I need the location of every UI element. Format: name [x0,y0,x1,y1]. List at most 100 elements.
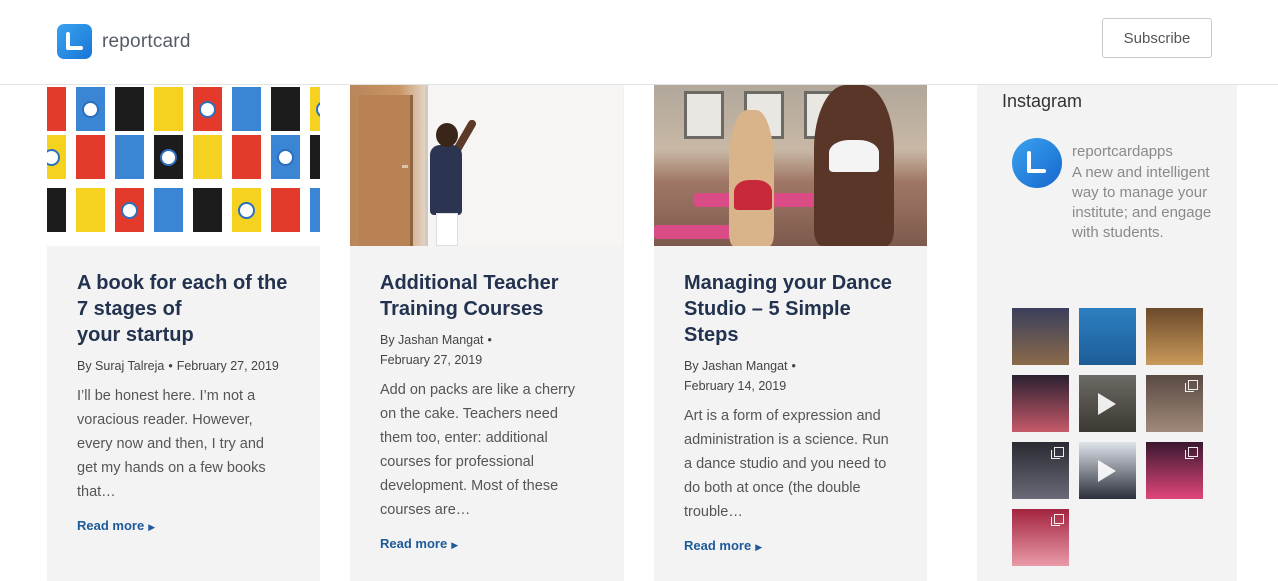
book-circle-shape [199,101,216,118]
book-cover-shape [115,135,144,179]
play-icon [1098,393,1116,415]
caret-right-icon: ▶ [451,540,459,550]
book-cover-shape [154,135,183,179]
book-cover-shape [232,135,261,179]
meta-separator: • [487,333,492,347]
post-thumbnail-dance[interactable] [654,85,927,246]
book-circle-shape [277,149,294,166]
instagram-thumbnail[interactable] [1146,442,1203,499]
post-excerpt: Add on packs are like a cherry on the ca… [380,382,576,518]
read-more-link[interactable]: Read more ▶ [380,536,458,551]
dance-class-image [654,85,927,246]
instagram-avatar[interactable] [1012,138,1062,188]
book-cover-shape [310,87,320,131]
book-cover-shape [47,188,66,232]
book-circle-shape [47,149,60,166]
post-meta: By Jashan Mangat • February 14, 2019 [684,356,904,396]
post-date: February 27, 2019 [380,353,483,367]
book-circle-shape [160,149,177,166]
post-meta: By Suraj Talreja • February 27, 2019 [77,356,297,376]
book-cover-shape [271,87,300,131]
person-legs-shape [436,213,458,246]
instagram-thumbnail[interactable] [1079,442,1136,499]
read-more-label: Read more [77,518,145,533]
book-circle-shape [121,202,138,219]
carousel-icon [1185,447,1198,459]
instagram-bio: A new and intelligent way to manage your… [1072,164,1212,241]
book-cover-shape [193,135,222,179]
post-title-line: Additional Teacher [380,272,559,294]
door-shape [358,95,413,246]
post-card: Managing your Dance Studio – 5 Simple St… [654,85,927,581]
instagram-username[interactable]: reportcardapps [1072,143,1173,160]
post-title[interactable]: A book for each of the 7 stages of your … [77,270,297,348]
post-date: February 14, 2019 [684,379,787,393]
book-cover-shape [310,135,320,179]
post-card: A book for each of the 7 stages of your … [47,85,320,581]
read-more-link[interactable]: Read more ▶ [77,518,155,533]
person-body-shape [430,145,462,215]
meta-separator: • [168,359,173,373]
book-cover-shape [115,188,144,232]
book-cover-shape [271,135,300,179]
person-head-shape [436,123,458,147]
book-circle-shape [316,101,320,118]
instagram-thumbnail[interactable] [1079,375,1136,432]
post-title-line: Training Courses [380,298,544,320]
window-shape [684,91,724,139]
instagram-widget: Instagram reportcardapps A new and intel… [977,85,1237,581]
book-cover-shape [76,135,105,179]
book-cover-shape [154,87,183,131]
post-excerpt: I’ll be honest here. I’m not a voracious… [77,388,266,500]
book-cover-shape [310,188,320,232]
post-title-line: your startup [77,324,194,346]
teacher-whiteboard-image [350,85,624,246]
post-title[interactable]: Managing your Dance Studio – 5 Simple St… [684,270,904,348]
book-cover-shape [76,188,105,232]
instagram-thumbnail[interactable] [1012,308,1069,365]
dancer-top-shape [829,140,879,172]
instagram-thumbnail[interactable] [1146,375,1203,432]
site-header: reportcard Subscribe [0,0,1278,85]
post-meta: By Jashan Mangat • February 27, 2019 [380,330,600,370]
post-author[interactable]: By Jashan Mangat [380,333,484,347]
door-handle-shape [402,165,408,168]
reportcard-logo-icon [57,24,92,59]
instagram-thumbnail[interactable] [1079,308,1136,365]
post-card: Additional Teacher Training Courses By J… [350,85,624,581]
carousel-icon [1185,380,1198,392]
dancer-top-shape [734,180,772,210]
brand-logo[interactable]: reportcard [57,24,191,59]
post-title-line: Steps [684,324,739,346]
subscribe-button[interactable]: Subscribe [1102,18,1212,58]
book-cover-shape [154,188,183,232]
instagram-thumbnail[interactable] [1012,509,1069,566]
caret-right-icon: ▶ [755,542,763,552]
post-excerpt: Art is a form of expression and administ… [684,408,889,520]
brand-name: reportcard [102,30,191,52]
post-title[interactable]: Additional Teacher Training Courses [380,270,600,322]
meta-separator: • [791,359,796,373]
play-icon [1098,460,1116,482]
instagram-thumbnail[interactable] [1146,308,1203,365]
post-author[interactable]: By Jashan Mangat [684,359,788,373]
book-cover-shape [232,188,261,232]
book-cover-shape [232,87,261,131]
post-author[interactable]: By Suraj Talreja [77,359,164,373]
book-covers-image [47,85,320,246]
instagram-thumbnail[interactable] [1012,442,1069,499]
post-title-line: Studio – 5 Simple [684,298,851,320]
post-thumbnail-teacher[interactable] [350,85,624,246]
read-more-link[interactable]: Read more ▶ [684,538,762,553]
post-thumbnail-books[interactable] [47,85,320,246]
book-cover-shape [193,188,222,232]
post-date: February 27, 2019 [176,359,279,373]
book-cover-shape [193,87,222,131]
book-cover-shape [47,135,66,179]
book-cover-shape [271,188,300,232]
dancer-shape [729,110,774,246]
carousel-icon [1051,447,1064,459]
book-circle-shape [82,101,99,118]
instagram-thumbnail[interactable] [1012,375,1069,432]
carousel-icon [1051,514,1064,526]
